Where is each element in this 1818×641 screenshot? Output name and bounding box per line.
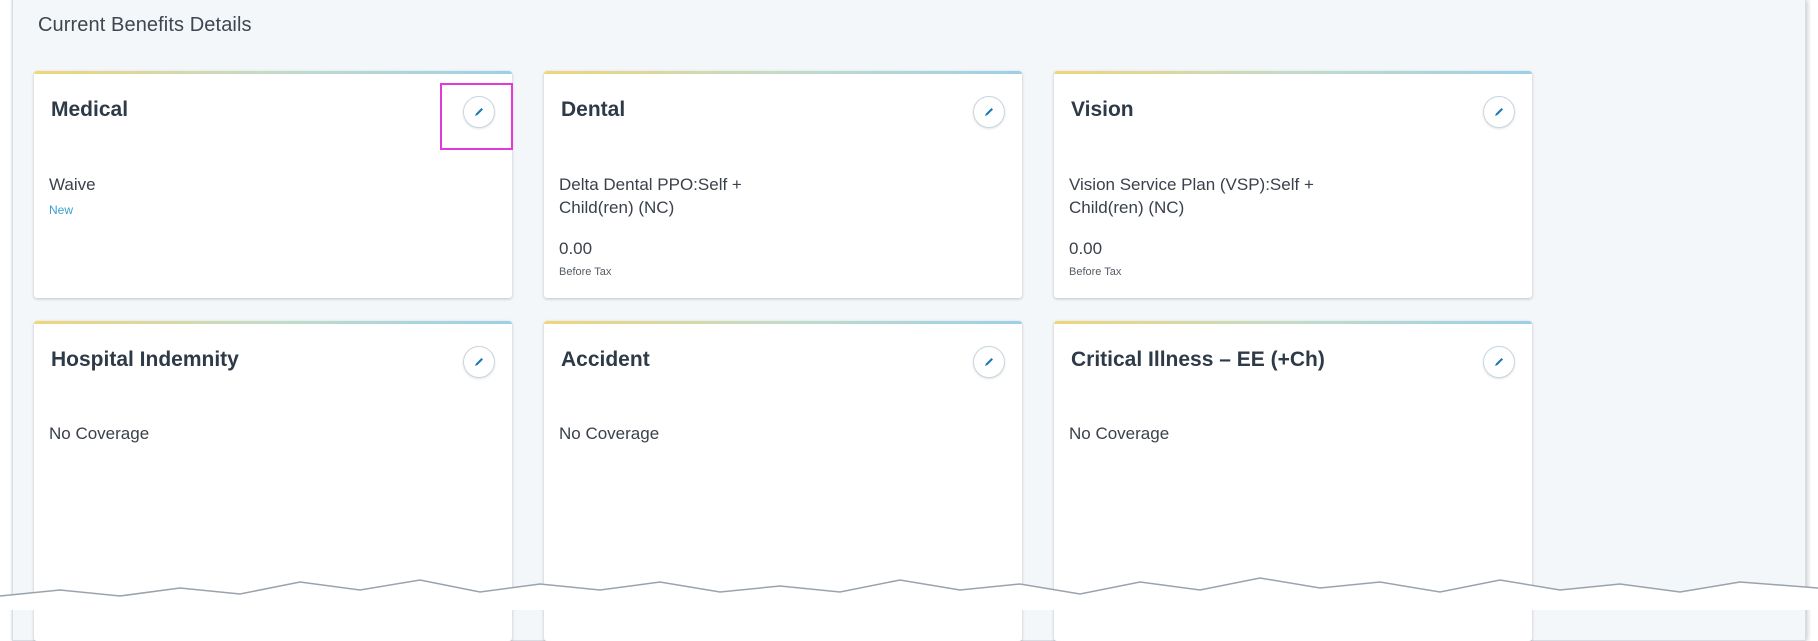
card-accent-bar [1054, 71, 1532, 74]
torn-edge-decoration [0, 570, 1818, 610]
status-new-link[interactable]: New [49, 203, 73, 217]
benefit-card-medical: Medical Waive New [34, 71, 512, 298]
premium-amount: 0.00 [1069, 239, 1102, 259]
card-title: Medical [51, 98, 128, 122]
tax-label: Before Tax [1069, 266, 1121, 278]
section-title: Current Benefits Details [38, 14, 252, 37]
pencil-icon [983, 106, 995, 118]
card-title: Vision [1071, 98, 1134, 122]
pencil-icon [1493, 356, 1505, 368]
card-accent-bar [34, 71, 512, 74]
benefit-card-vision: Vision Vision Service Plan (VSP):Self + … [1054, 71, 1532, 298]
card-accent-bar [544, 321, 1022, 324]
pencil-icon [983, 356, 995, 368]
card-accent-bar [544, 71, 1022, 74]
card-accent-bar [1054, 321, 1532, 324]
premium-amount: 0.00 [559, 239, 592, 259]
card-accent-bar [34, 321, 512, 324]
plan-name: No Coverage [49, 424, 149, 444]
edit-dental-button[interactable] [973, 96, 1005, 128]
edit-critical-illness-button[interactable] [1483, 346, 1515, 378]
edit-vision-button[interactable] [1483, 96, 1515, 128]
card-title: Dental [561, 98, 625, 122]
plan-name: No Coverage [559, 424, 659, 444]
edit-medical-button[interactable] [463, 96, 495, 128]
plan-name: No Coverage [1069, 424, 1169, 444]
edit-accident-button[interactable] [973, 346, 1005, 378]
card-title: Accident [561, 348, 650, 372]
plan-name: Waive [49, 173, 309, 196]
pencil-icon [473, 106, 485, 118]
pencil-icon [473, 356, 485, 368]
card-title: Critical Illness – EE (+Ch) [1071, 348, 1325, 372]
plan-name: Delta Dental PPO:Self + Child(ren) (NC) [559, 173, 819, 219]
pencil-icon [1493, 106, 1505, 118]
tax-label: Before Tax [559, 266, 611, 278]
benefit-card-dental: Dental Delta Dental PPO:Self + Child(ren… [544, 71, 1022, 298]
edit-hospital-indemnity-button[interactable] [463, 346, 495, 378]
card-title: Hospital Indemnity [51, 348, 239, 372]
plan-name: Vision Service Plan (VSP):Self + Child(r… [1069, 173, 1329, 219]
